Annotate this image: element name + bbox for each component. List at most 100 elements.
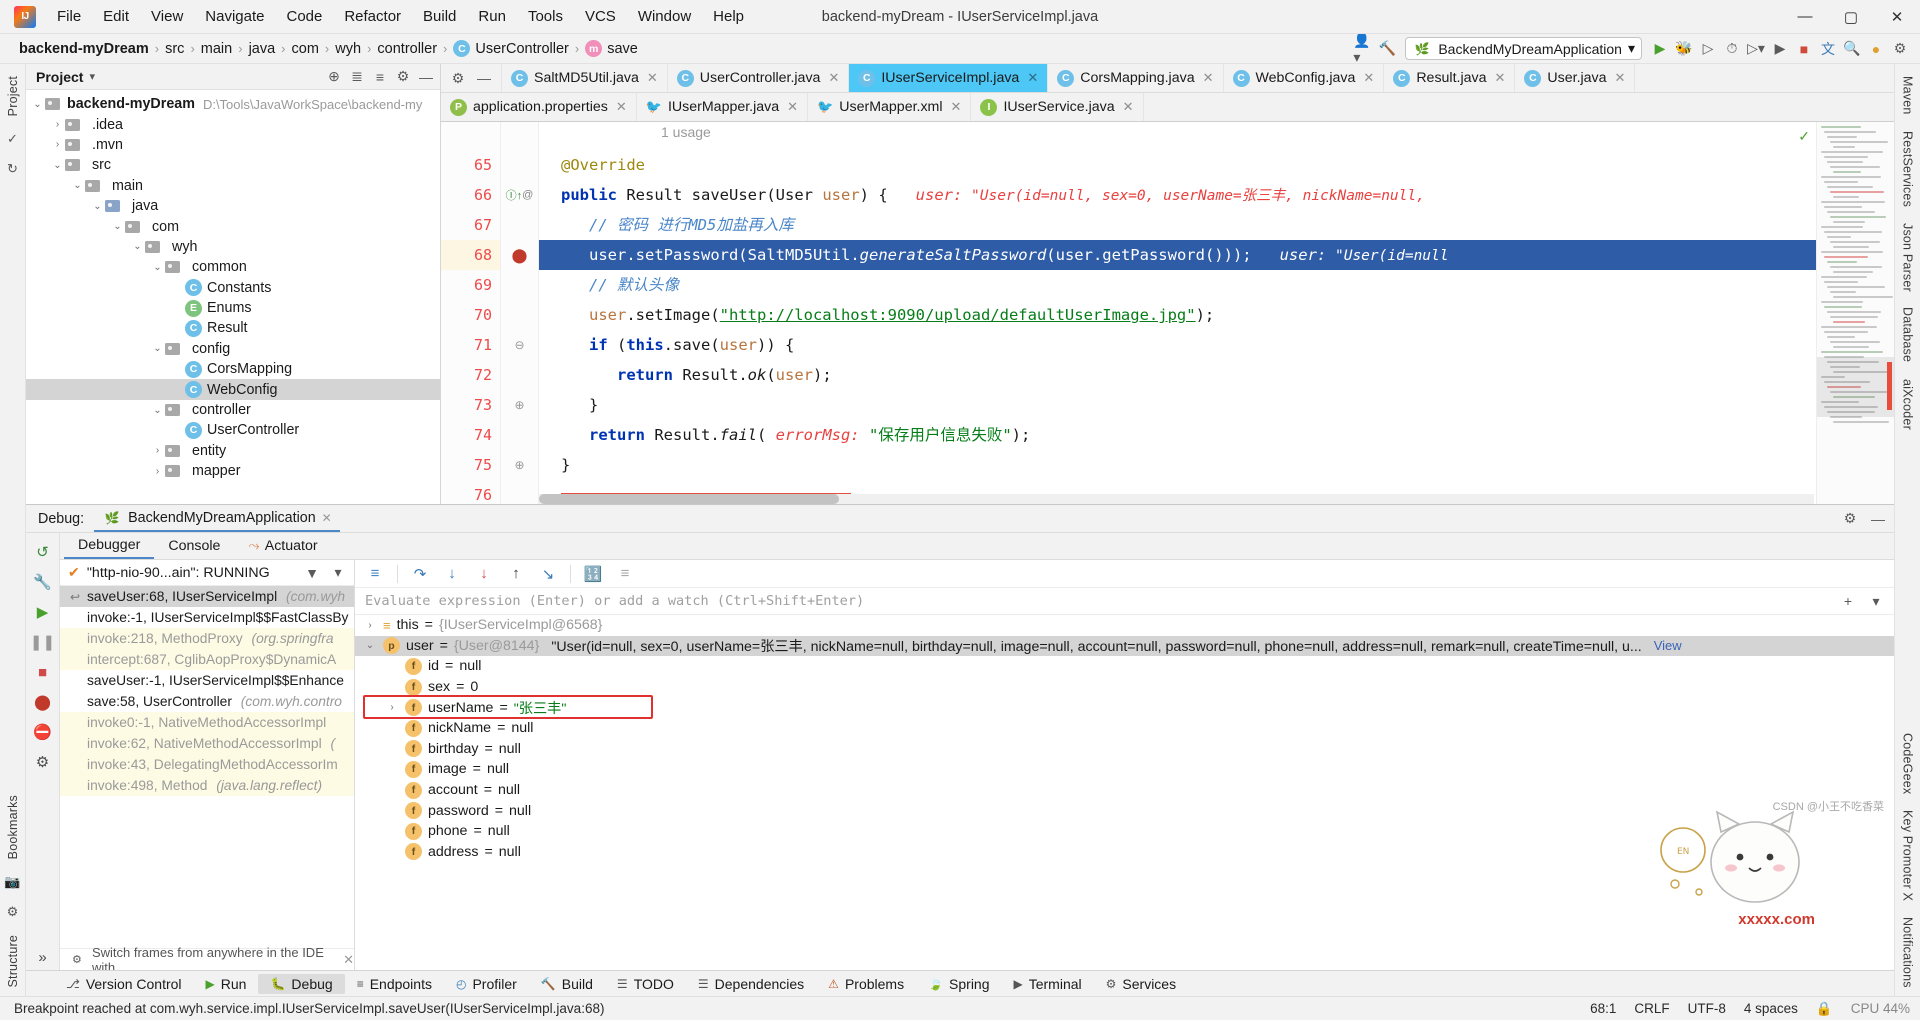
project-tree[interactable]: ⌄backend-myDreamD:\Tools\JavaWorkSpace\b… [26,90,440,504]
expand-all-icon[interactable]: ≣ [347,67,367,87]
tool-window-button-profiler[interactable]: ◴Profiler [444,974,529,994]
tree-item-common[interactable]: ⌄common [26,257,440,277]
thread-dropdown-icon[interactable]: ▾ [328,563,348,583]
tree-item-webconfig[interactable]: CWebConfig [26,379,440,399]
menu-refactor[interactable]: Refactor [333,4,412,29]
code-line[interactable]: } [539,450,1816,480]
tree-item-java[interactable]: ⌄java [26,196,440,216]
debug-tab-actuator[interactable]: ⤳Actuator [234,534,331,558]
tool-window-button-debug[interactable]: 🐛Debug [258,974,344,994]
drop-frame-icon[interactable]: ↘ [538,564,558,584]
tool-window-button-problems[interactable]: ⚠Problems [816,974,916,994]
code-line[interactable]: } [539,390,1816,420]
editor-tab-corsmapping-java[interactable]: CCorsMapping.java✕ [1048,64,1223,92]
variable-row[interactable]: fsex = 0 [355,677,1894,698]
tool-window-button-dependencies[interactable]: ☰Dependencies [686,974,816,994]
tool-window-button-spring[interactable]: 🍃Spring [916,974,1001,994]
view-breakpoints-icon[interactable]: ⬤ [30,689,56,715]
close-icon[interactable]: ✕ [1123,99,1134,115]
code-text[interactable]: 1 usage @Overridepublic Result saveUser(… [539,122,1816,504]
menu-bar[interactable]: File Edit View Navigate Code Refactor Bu… [46,4,755,29]
menu-navigate[interactable]: Navigate [194,4,275,29]
frame-row[interactable]: ↩saveUser:68, IUserServiceImpl (com.wyh [60,586,354,607]
breadcrumb-controller[interactable]: controller [372,40,442,58]
tree-root[interactable]: ⌄backend-myDreamD:\Tools\JavaWorkSpace\b… [26,94,440,114]
chevron-down-icon[interactable]: ⌄ [30,99,45,110]
filter-icon[interactable]: ▼ [302,563,322,583]
hide-panel-icon[interactable]: — [416,67,436,87]
editor-tab-application-properties[interactable]: Papplication.properties✕ [441,93,637,121]
close-icon[interactable]: ✕ [343,952,354,968]
menu-run[interactable]: Run [467,4,517,29]
breakpoint-gutter[interactable]: Ⓘ↑@⬤⊖⊕⊕ [501,122,539,504]
step-out-icon[interactable]: ↑ [506,564,526,584]
close-icon[interactable]: ✕ [951,99,962,115]
tool-window-button-version-control[interactable]: ⎇Version Control [54,974,194,994]
menu-file[interactable]: File [46,4,92,29]
tree-item-constants[interactable]: CConstants [26,278,440,298]
code-line[interactable]: user.setPassword(SaltMD5Util.generateSal… [539,240,1816,270]
frame-row[interactable]: invoke:-1, IUserServiceImpl$$FastClassBy [60,607,354,628]
menu-tools[interactable]: Tools [517,4,574,29]
stripe-tab-codegeex[interactable]: CodeGeex [1899,725,1917,802]
lock-icon[interactable]: 🔒 [1816,1001,1833,1017]
frame-row[interactable]: invoke0:-1, NativeMethodAccessorImpl [60,712,354,733]
variable-row[interactable]: ›fuserName = "张三丰" [355,697,1894,718]
tree-item-controller[interactable]: ⌄controller [26,400,440,420]
debug-hide-icon[interactable]: — [1868,509,1888,529]
frame-row[interactable]: invoke:218, MethodProxy (org.springfra [60,628,354,649]
close-icon[interactable]: ✕ [1203,70,1214,86]
breadcrumb-src[interactable]: src [160,40,189,58]
editor-tab-result-java[interactable]: CResult.java✕ [1384,64,1515,92]
tree-item-mapper[interactable]: ›mapper [26,461,440,481]
evaluate-expression-input[interactable]: Evaluate expression (Enter) or add a wat… [355,588,1894,615]
expand-arrow-icon[interactable]: ⌄ [130,241,145,252]
fold-close-icon[interactable]: ⊕ [501,390,538,420]
user-account-icon[interactable]: 👤▾ [1353,39,1373,59]
chevron-down-icon[interactable]: ▾ [89,70,95,83]
editor-tab-user-java[interactable]: CUser.java✕ [1515,64,1635,92]
editor-tabs-row-2[interactable]: Papplication.properties✕🐦IUserMapper.jav… [441,93,1894,122]
tree-item-result[interactable]: CResult [26,318,440,338]
settings-icon[interactable]: ⚙ [30,749,56,775]
run-with-coverage-icon[interactable]: ▷ [1698,39,1718,59]
stripe-tab-keypromoter[interactable]: Key Promoter X [1899,802,1917,909]
debug-settings-icon[interactable]: ⚙ [1840,509,1860,529]
tree-item-entity[interactable]: ›entity [26,441,440,461]
expand-arrow-icon[interactable]: ⌄ [363,640,377,651]
mute-breakpoints-icon[interactable]: ⛔ [30,719,56,745]
tab-settings-icon[interactable]: ⚙ [448,68,468,88]
code-line[interactable]: public Result saveUser(User user) { user… [539,180,1816,210]
bottom-tool-window-bar[interactable]: ⎇Version Control▶Run🐛Debug≡Endpoints◴Pro… [26,970,1894,996]
tool-window-button-endpoints[interactable]: ≡Endpoints [345,974,444,994]
expand-arrow-icon[interactable]: ⌄ [90,201,105,212]
thread-selector[interactable]: ✔ "http-nio-90...ain": RUNNING ▼ ▾ [60,560,354,586]
code-line[interactable]: // 密码 进行MD5加盐再入库 [539,210,1816,240]
menu-build[interactable]: Build [412,4,467,29]
frame-row[interactable]: saveUser:-1, IUserServiceImpl$$Enhance [60,670,354,691]
close-icon[interactable]: ✕ [1027,70,1038,86]
file-encoding[interactable]: UTF-8 [1688,1001,1726,1016]
settings-wrench-icon[interactable]: 🔧 [30,569,56,595]
frame-row[interactable]: invoke:43, DelegatingMethodAccessorIm [60,754,354,775]
add-watch-icon[interactable]: + [1838,591,1858,611]
variable-row[interactable]: faccount = null [355,780,1894,801]
stop-icon[interactable]: ■ [30,659,56,685]
breadcrumb-com[interactable]: com [287,40,324,58]
evaluate-expression-icon[interactable]: 🔢 [583,564,603,584]
frame-row[interactable]: save:58, UserController (com.wyh.contro [60,691,354,712]
close-button[interactable]: ✕ [1874,0,1920,34]
tool-window-button-build[interactable]: 🔨Build [529,974,605,994]
commit-icon[interactable]: ✓ [2,128,24,150]
maximize-button[interactable]: ▢ [1828,0,1874,34]
breadcrumb-project[interactable]: backend-myDream [14,40,154,58]
code-line[interactable]: user.setImage("http://localhost:9090/upl… [539,300,1816,330]
debug-tab-debugger[interactable]: Debugger [64,533,154,559]
pull-requests-icon[interactable]: ↻ [2,158,24,180]
close-icon[interactable]: ✕ [322,511,332,525]
breakpoint-icon[interactable]: ⬤ [501,240,538,270]
stripe-tab-database[interactable]: Database [1899,299,1917,370]
editor-tab-iuserservice-java[interactable]: IIUserService.java✕ [971,93,1143,121]
close-icon[interactable]: ✕ [1615,70,1626,86]
expand-arrow-icon[interactable]: ⌄ [110,221,125,232]
